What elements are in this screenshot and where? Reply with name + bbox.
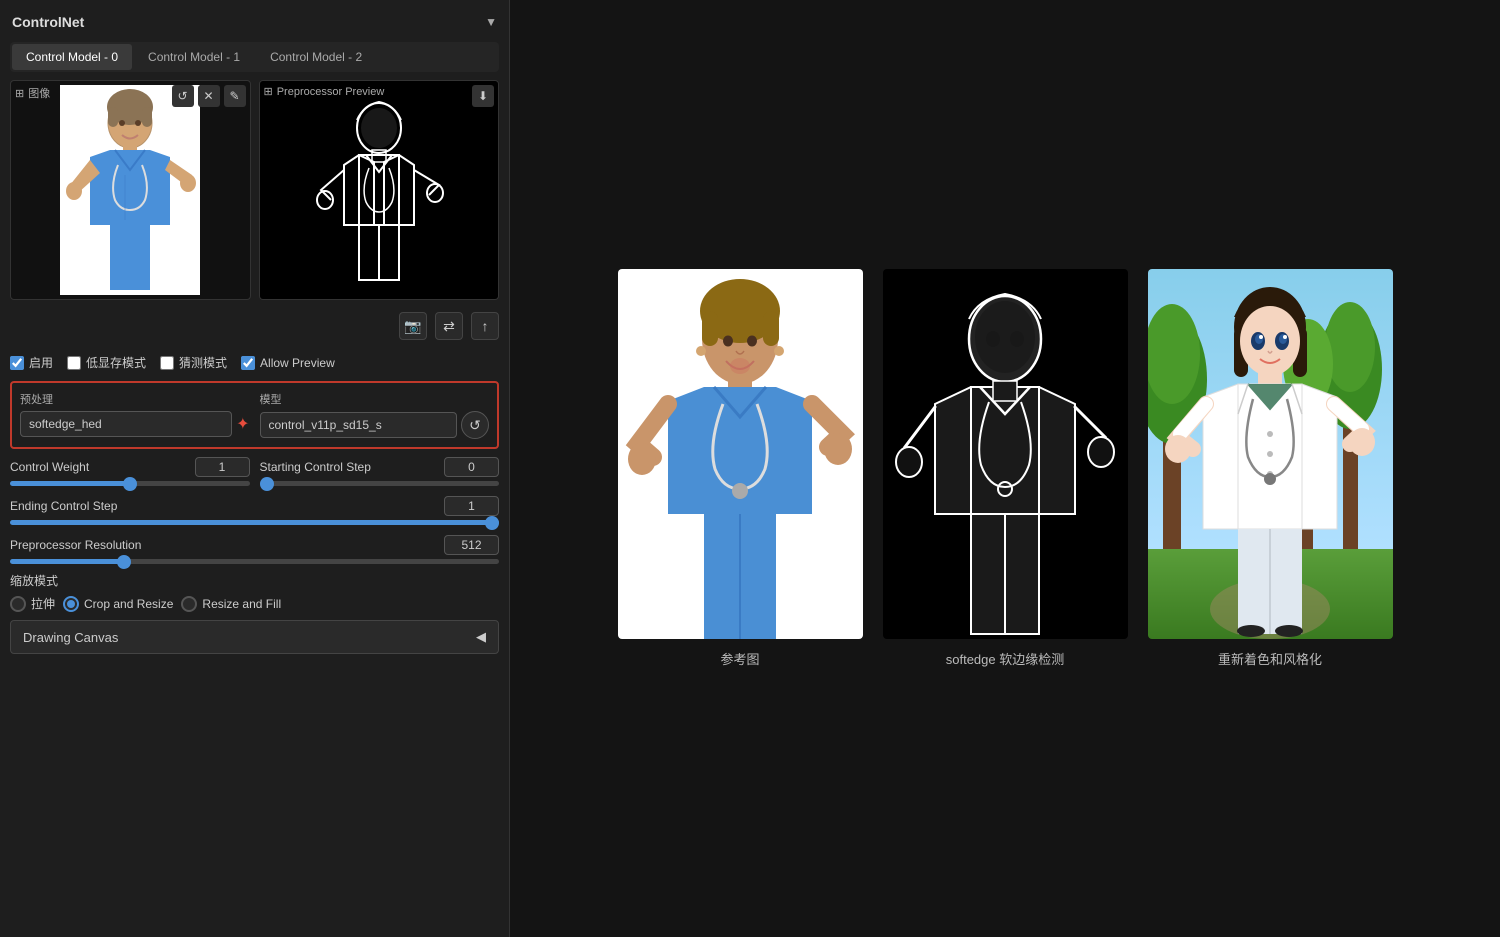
preview-image-controls: ⬇ (472, 85, 494, 107)
model-label: 模型 (260, 391, 490, 407)
action-row: 📷 ⇄ ↑ (10, 308, 499, 344)
preproc-res-header: Preprocessor Resolution (10, 535, 499, 555)
gallery-nurse-svg (618, 269, 863, 639)
ending-step-label: Ending Control Step (10, 499, 117, 513)
image-area: ⊞ 图像 ↺ ✕ ✎ (10, 80, 499, 300)
enable-checkbox-label[interactable]: 启用 (10, 354, 53, 371)
preproc-model-row: 预处理 softedge_hed canny depth none ✦ 模型 c… (20, 391, 489, 439)
gallery-image-softedge (883, 269, 1128, 639)
source-image-box: ⊞ 图像 ↺ ✕ ✎ (10, 80, 251, 300)
preproc-res-value[interactable] (444, 535, 499, 555)
guess-mode-checkbox-label[interactable]: 猜测模式 (160, 354, 227, 371)
left-panel: ControlNet ▼ Control Model - 0 Control M… (0, 0, 510, 937)
drawing-canvas-icon: ◀ (476, 629, 486, 645)
tab-control-model-1[interactable]: Control Model - 1 (134, 44, 254, 70)
drawing-canvas-label: Drawing Canvas (23, 630, 118, 645)
gallery: 参考图 (618, 269, 1393, 668)
zoom-crop-option[interactable]: Crop and Resize (63, 595, 173, 612)
preproc-res-label: Preprocessor Resolution (10, 538, 141, 552)
zoom-fill-option[interactable]: Resize and Fill (181, 595, 281, 612)
preview-image-box: ⊞ Preprocessor Preview ⬇ (259, 80, 500, 300)
model-dropdown[interactable]: control_v11p_sd15_s control_v11p_sd15_ca… (260, 412, 458, 438)
gallery-caption-0: 参考图 (720, 649, 759, 668)
panel-header: ControlNet ▼ (10, 10, 499, 34)
ending-step-header: Ending Control Step (10, 496, 499, 516)
preprocessor-dropdown[interactable]: softedge_hed canny depth none (20, 411, 232, 437)
gallery-image-anime (1148, 269, 1393, 639)
gallery-anime-svg (1148, 269, 1393, 639)
starting-step-slider[interactable] (260, 481, 500, 486)
preprocessor-field-row: softedge_hed canny depth none ✦ (20, 411, 250, 437)
ending-step-row: Ending Control Step (10, 496, 499, 525)
source-edit-button[interactable]: ✎ (224, 85, 246, 107)
enable-checkbox[interactable] (10, 356, 24, 370)
preview-figure (260, 81, 499, 299)
starting-step-col: Starting Control Step (260, 457, 500, 486)
zoom-fill-label: Resize and Fill (202, 597, 281, 611)
preview-image-label: ⊞ Preprocessor Preview (264, 85, 385, 98)
preprocessor-label: 预处理 (20, 391, 250, 407)
allow-preview-checkbox-label[interactable]: Allow Preview (241, 356, 335, 370)
source-image-controls: ↺ ✕ ✎ (172, 85, 246, 107)
starting-step-header: Starting Control Step (260, 457, 500, 477)
control-weight-slider[interactable] (10, 481, 250, 486)
tab-control-model-0[interactable]: Control Model - 0 (12, 44, 132, 70)
model-refresh-button[interactable]: ↺ (461, 411, 489, 439)
outline-svg (309, 90, 449, 290)
control-weight-header: Control Weight (10, 457, 250, 477)
preprocessor-field-group: 预处理 softedge_hed canny depth none ✦ (20, 391, 250, 439)
model-field-row: control_v11p_sd15_s control_v11p_sd15_ca… (260, 411, 490, 439)
drawing-canvas-button[interactable]: Drawing Canvas ◀ (10, 620, 499, 654)
tabs-container: Control Model - 0 Control Model - 1 Cont… (10, 42, 499, 72)
gallery-caption-1: softedge 软边缘检测 (946, 649, 1065, 668)
ending-step-slider[interactable] (10, 520, 499, 525)
source-image (11, 81, 250, 299)
zoom-section: 缩放模式 拉伸 Crop and Resize Resize and Fill (10, 572, 499, 612)
zoom-fill-radio[interactable] (181, 596, 197, 612)
panel-title: ControlNet (12, 14, 84, 30)
allow-preview-checkbox[interactable] (241, 356, 255, 370)
right-panel: 参考图 (510, 0, 1500, 937)
upload-button[interactable]: ↑ (471, 312, 499, 340)
starting-step-label: Starting Control Step (260, 460, 371, 474)
ending-step-value[interactable] (444, 496, 499, 516)
spark-icon[interactable]: ✦ (236, 414, 249, 434)
options-row: 启用 低显存模式 猜测模式 Allow Preview (10, 352, 499, 373)
low-mem-checkbox-label[interactable]: 低显存模式 (67, 354, 146, 371)
gallery-item-anime: 重新着色和风格化 (1148, 269, 1393, 668)
control-weight-col: Control Weight (10, 457, 250, 486)
gallery-caption-2: 重新着色和风格化 (1218, 649, 1322, 668)
source-close-button[interactable]: ✕ (198, 85, 220, 107)
nurse-svg (60, 85, 200, 295)
preview-download-button[interactable]: ⬇ (472, 85, 494, 107)
zoom-mode-radio-group: 拉伸 Crop and Resize Resize and Fill (10, 595, 499, 612)
source-image-label: ⊞ 图像 (15, 85, 50, 101)
preproc-res-row: Preprocessor Resolution (10, 535, 499, 564)
camera-button[interactable]: 📷 (399, 312, 427, 340)
zoom-crop-radio[interactable] (63, 596, 79, 612)
gallery-image-reference (618, 269, 863, 639)
control-weight-label: Control Weight (10, 460, 89, 474)
zoom-mode-label: 缩放模式 (10, 572, 499, 589)
slider-section: Control Weight Starting Control Step End… (10, 457, 499, 564)
guess-mode-checkbox[interactable] (160, 356, 174, 370)
zoom-stretch-label: 拉伸 (31, 595, 55, 612)
gallery-item-reference: 参考图 (618, 269, 863, 668)
zoom-stretch-option[interactable]: 拉伸 (10, 595, 55, 612)
preproc-model-section: 预处理 softedge_hed canny depth none ✦ 模型 c… (10, 381, 499, 449)
preproc-res-slider[interactable] (10, 559, 499, 564)
source-refresh-button[interactable]: ↺ (172, 85, 194, 107)
model-field-group: 模型 control_v11p_sd15_s control_v11p_sd15… (260, 391, 490, 439)
gallery-outline-svg (883, 269, 1128, 639)
two-col-sliders: Control Weight Starting Control Step (10, 457, 499, 486)
panel-collapse-icon[interactable]: ▼ (485, 15, 497, 29)
gallery-item-softedge: softedge 软边缘检测 (883, 269, 1128, 668)
zoom-stretch-radio[interactable] (10, 596, 26, 612)
control-weight-value[interactable] (195, 457, 250, 477)
zoom-crop-label: Crop and Resize (84, 597, 173, 611)
tab-control-model-2[interactable]: Control Model - 2 (256, 44, 376, 70)
starting-step-value[interactable] (444, 457, 499, 477)
swap-button[interactable]: ⇄ (435, 312, 463, 340)
low-mem-checkbox[interactable] (67, 356, 81, 370)
